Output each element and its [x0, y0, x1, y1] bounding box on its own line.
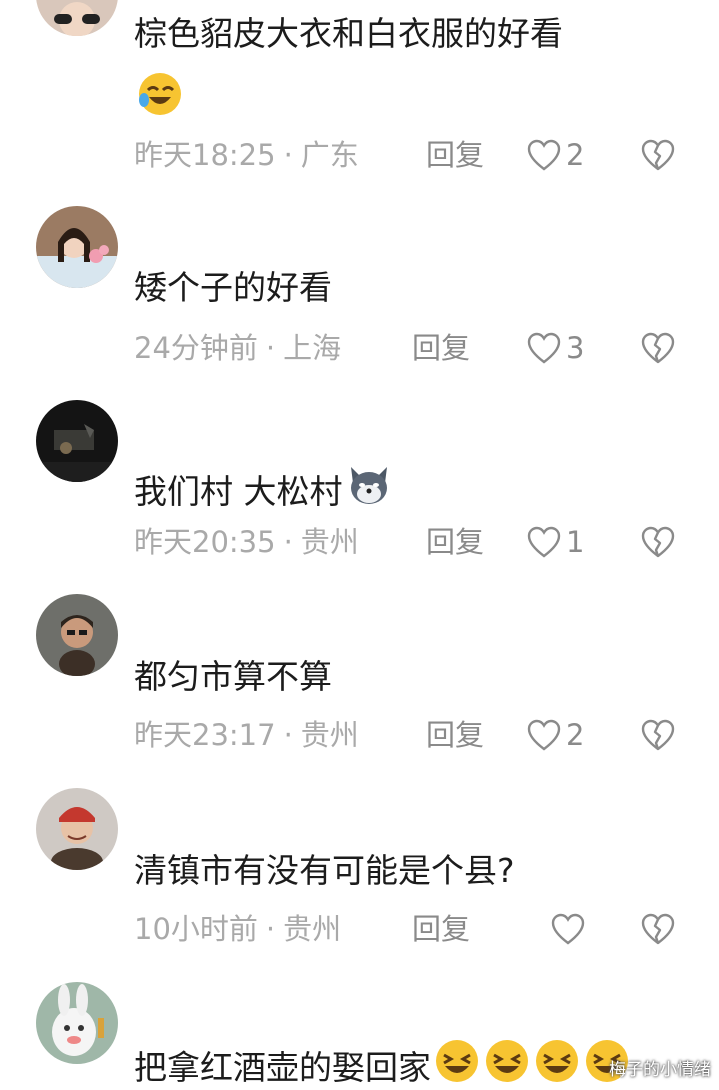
comment-text: 把拿红酒壶的娶回家 [134, 1037, 631, 1090]
user-avatar[interactable] [36, 400, 118, 482]
comment-location: 贵州 [300, 525, 359, 559]
heart-icon [527, 332, 561, 364]
comment-location: 广东 [300, 138, 359, 172]
heart-icon [527, 526, 561, 558]
laughing-emoji-icon [483, 1037, 531, 1085]
comment-time: 昨天20:35 [134, 525, 276, 559]
like-count: 3 [566, 331, 585, 365]
dog-face-emoji-icon [345, 461, 393, 509]
dislike-button[interactable] [640, 525, 676, 559]
dislike-button[interactable] [640, 138, 676, 172]
comment-location: 贵州 [283, 912, 342, 946]
like-button[interactable]: 2 [526, 135, 584, 175]
like-count: 2 [566, 718, 585, 752]
comment-text: 棕色貂皮大衣和白衣服的好看 [134, 14, 563, 53]
meta-dot: · [265, 331, 276, 365]
like-button[interactable]: 2 [526, 715, 584, 755]
comment-meta: 昨天23:17 · 贵州 [134, 715, 359, 755]
user-avatar[interactable] [36, 788, 118, 870]
comment-meta: 昨天18:25 · 广东 [134, 135, 359, 175]
comment-meta: 24分钟前 · 上海 [134, 328, 341, 368]
comment-meta: 昨天20:35 · 贵州 [134, 522, 359, 562]
broken-heart-icon [641, 526, 675, 558]
laughing-emoji-icon [533, 1037, 581, 1085]
reply-button[interactable]: 回复 [426, 715, 484, 755]
user-avatar[interactable] [36, 206, 118, 288]
broken-heart-icon [641, 332, 675, 364]
comment-time: 24分钟前 [134, 331, 258, 365]
dislike-button[interactable] [640, 718, 676, 752]
comment-emoji-line [134, 70, 184, 123]
dislike-button[interactable] [640, 331, 676, 365]
laughing-emoji-icon [433, 1037, 481, 1085]
meta-dot: · [283, 138, 293, 172]
comment-text: 我们村 大松村 [134, 461, 393, 514]
heart-icon [527, 139, 561, 171]
comment-text: 清镇市有没有可能是个县? [134, 851, 515, 890]
comment-location: 贵州 [300, 718, 359, 752]
like-count: 2 [566, 138, 585, 172]
user-avatar[interactable] [36, 594, 118, 676]
heart-icon [527, 719, 561, 751]
broken-heart-icon [641, 139, 675, 171]
meta-dot: · [283, 525, 293, 559]
reply-button[interactable]: 回复 [426, 135, 484, 175]
user-avatar[interactable] [36, 982, 118, 1064]
comment-time: 昨天23:17 [134, 718, 276, 752]
reply-button[interactable]: 回复 [426, 522, 484, 562]
comment-time: 昨天18:25 [134, 138, 276, 172]
like-button[interactable]: 3 [526, 328, 584, 368]
user-avatar[interactable] [36, 0, 118, 36]
meta-dot: · [265, 912, 276, 946]
watermark: 梅子的小情绪 [609, 1060, 711, 1080]
comment-text: 都匀市算不算 [134, 657, 332, 696]
comment-text: 矮个子的好看 [134, 268, 332, 307]
reply-button[interactable]: 回复 [412, 328, 470, 368]
meta-dot: · [283, 718, 293, 752]
like-count: 1 [566, 525, 585, 559]
comment-location: 上海 [283, 331, 342, 365]
laughing-crying-emoji-icon [136, 70, 184, 118]
like-button[interactable] [550, 909, 590, 949]
reply-button[interactable]: 回复 [412, 909, 470, 949]
broken-heart-icon [641, 913, 675, 945]
broken-heart-icon [641, 719, 675, 751]
comment-time: 10小时前 [134, 912, 258, 946]
comment-meta: 10小时前 · 贵州 [134, 909, 341, 949]
heart-icon [551, 913, 585, 945]
like-button[interactable]: 1 [526, 522, 584, 562]
dislike-button[interactable] [640, 912, 676, 946]
